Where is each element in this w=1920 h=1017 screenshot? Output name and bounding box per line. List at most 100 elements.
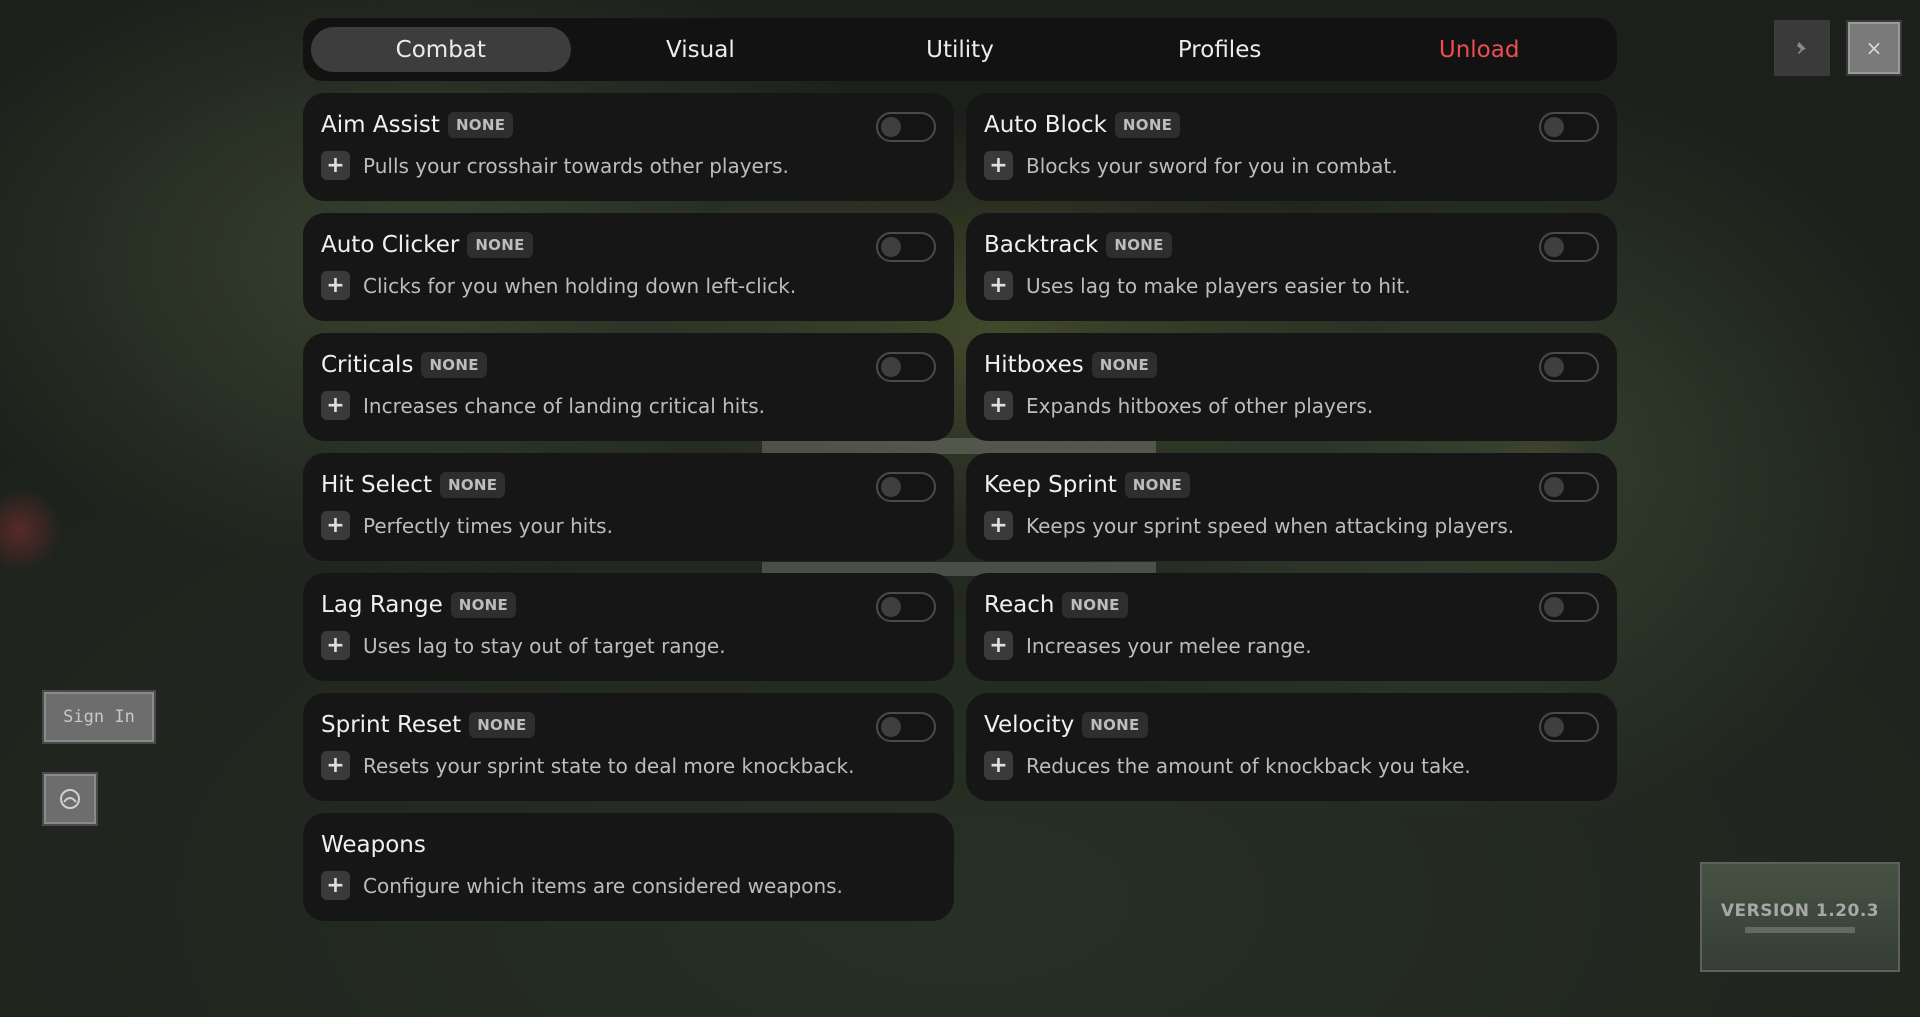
module-title: Criticals [321, 352, 414, 378]
module-toggle[interactable] [876, 352, 936, 382]
keybind-badge[interactable]: NONE [1082, 712, 1148, 738]
tab-combat[interactable]: Combat [311, 27, 571, 72]
keybind-badge[interactable]: NONE [447, 112, 514, 138]
tab-unload[interactable]: Unload [1349, 27, 1609, 72]
keybind-badge[interactable]: NONE [421, 352, 487, 378]
plus-icon: + [989, 152, 1008, 178]
module-description: Pulls your crosshair towards other playe… [363, 153, 789, 178]
version-panel: VERSION 1.20.3 [1700, 862, 1900, 972]
tab-label: Combat [395, 36, 486, 63]
module-toggle[interactable] [1539, 592, 1599, 622]
toggle-knob [881, 357, 901, 377]
module-description: Clicks for you when holding down left-cl… [363, 273, 797, 298]
tab-label: Profiles [1177, 36, 1262, 63]
sign-in-button[interactable]: Sign In [42, 690, 156, 744]
plus-icon: + [326, 392, 345, 418]
close-button[interactable]: × [1846, 20, 1902, 76]
close-icon: × [1865, 36, 1883, 60]
tab-visual[interactable]: Visual [571, 27, 831, 72]
plus-icon: + [989, 512, 1008, 538]
module-grid: Aim Assist NONE + Pulls your crosshair t… [303, 93, 1617, 921]
module-toggle[interactable] [1539, 712, 1599, 742]
module-title: Reach [984, 592, 1055, 618]
module-description: Uses lag to stay out of target range. [363, 633, 726, 658]
module-title: Weapons [321, 832, 426, 858]
pin-button[interactable] [1774, 20, 1830, 76]
plus-icon: + [989, 392, 1008, 418]
module-description: Blocks your sword for you in combat. [1026, 153, 1398, 178]
accessibility-button[interactable] [42, 772, 98, 826]
module-description: Keeps your sprint speed when attacking p… [1026, 513, 1515, 538]
expand-settings-button[interactable]: + [984, 391, 1013, 420]
module-card-velocity: Velocity NONE + Reduces the amount of kn… [966, 693, 1617, 801]
expand-settings-button[interactable]: + [321, 751, 350, 780]
expand-settings-button[interactable]: + [321, 151, 350, 180]
expand-settings-button[interactable]: + [984, 751, 1013, 780]
expand-settings-button[interactable]: + [321, 871, 350, 900]
module-toggle[interactable] [1539, 232, 1599, 262]
plus-icon: + [326, 632, 345, 658]
module-description: Perfectly times your hits. [363, 513, 613, 538]
expand-settings-button[interactable]: + [984, 631, 1013, 660]
tab-profiles[interactable]: Profiles [1090, 27, 1350, 72]
plus-icon: + [326, 872, 345, 898]
helmet-icon [60, 789, 80, 809]
expand-settings-button[interactable]: + [321, 391, 350, 420]
plus-icon: + [326, 152, 345, 178]
module-toggle[interactable] [1539, 112, 1599, 142]
module-title: Velocity [984, 712, 1075, 738]
expand-settings-button[interactable]: + [984, 271, 1013, 300]
toggle-knob [1544, 597, 1564, 617]
module-title: Backtrack [984, 232, 1099, 258]
tab-utility[interactable]: Utility [830, 27, 1090, 72]
expand-settings-button[interactable]: + [321, 511, 350, 540]
module-title: Auto Block [984, 112, 1107, 138]
toggle-knob [1544, 477, 1564, 497]
module-toggle[interactable] [876, 232, 936, 262]
keybind-badge[interactable]: NONE [1106, 232, 1172, 258]
module-title: Aim Assist [321, 112, 440, 138]
tab-label: Utility [926, 36, 994, 63]
keybind-badge[interactable]: NONE [469, 712, 535, 738]
toggle-knob [881, 717, 901, 737]
plus-icon: + [326, 272, 345, 298]
module-toggle[interactable] [876, 712, 936, 742]
pin-icon [1797, 42, 1806, 54]
module-description: Reduces the amount of knockback you take… [1026, 753, 1471, 778]
module-title: Lag Range [321, 592, 443, 618]
toggle-knob [881, 237, 901, 257]
tab-label: Unload [1438, 36, 1520, 63]
toggle-knob [1544, 237, 1564, 257]
module-card-backtrack: Backtrack NONE + Uses lag to make player… [966, 213, 1617, 321]
expand-settings-button[interactable]: + [984, 511, 1013, 540]
module-title: Auto Clicker [321, 232, 460, 258]
keybind-badge[interactable]: NONE [1114, 112, 1181, 138]
module-card-hitboxes: Hitboxes NONE + Expands hitboxes of othe… [966, 333, 1617, 441]
keybind-badge[interactable]: NONE [1124, 472, 1191, 498]
module-card-weapons: Weapons + Configure which items are cons… [303, 813, 954, 921]
module-toggle[interactable] [1539, 472, 1599, 502]
keybind-badge[interactable]: NONE [1062, 592, 1128, 618]
keybind-badge[interactable]: NONE [439, 472, 506, 498]
plus-icon: + [326, 752, 345, 778]
expand-settings-button[interactable]: + [321, 271, 350, 300]
module-description: Configure which items are considered wea… [363, 873, 843, 898]
module-title: Hit Select [321, 472, 432, 498]
module-toggle[interactable] [1539, 352, 1599, 382]
keybind-badge[interactable]: NONE [1091, 352, 1158, 378]
expand-settings-button[interactable]: + [321, 631, 350, 660]
module-toggle[interactable] [876, 592, 936, 622]
version-strip [1745, 927, 1855, 933]
tab-label: Visual [666, 36, 735, 63]
module-toggle[interactable] [876, 112, 936, 142]
category-tab-bar: Combat Visual Utility Profiles Unload [303, 18, 1617, 81]
module-toggle[interactable] [876, 472, 936, 502]
expand-settings-button[interactable]: + [984, 151, 1013, 180]
keybind-badge[interactable]: NONE [467, 232, 533, 258]
toggle-knob [1544, 717, 1564, 737]
module-description: Uses lag to make players easier to hit. [1026, 273, 1411, 298]
keybind-badge[interactable]: NONE [450, 592, 517, 618]
module-card-hit-select: Hit Select NONE + Perfectly times your h… [303, 453, 954, 561]
module-description: Resets your sprint state to deal more kn… [363, 753, 855, 778]
plus-icon: + [989, 632, 1008, 658]
